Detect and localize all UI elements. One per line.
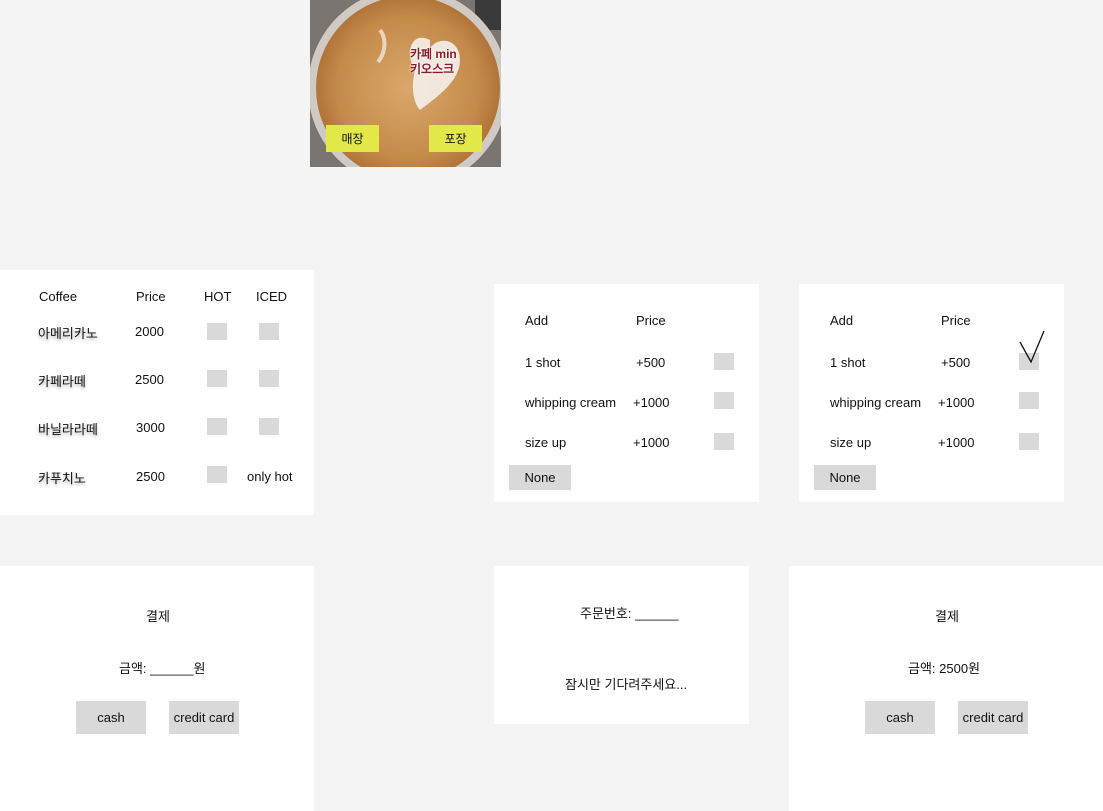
header-hot: HOT xyxy=(204,289,232,304)
header-price: Price xyxy=(941,313,971,328)
iced-checkbox[interactable] xyxy=(259,418,279,435)
payment-amount: 금액: 2500원 xyxy=(908,661,981,676)
payment-panel: 결제 금액: ______원 cash credit card xyxy=(0,566,314,811)
logo-line2: 키오스크 xyxy=(410,62,455,76)
addons-panel: Add Price 1 shot +500 whipping cream +10… xyxy=(494,284,759,502)
header-price: Price xyxy=(636,313,666,328)
addons-panel-selected: Add Price 1 shot +500 whipping cream +10… xyxy=(799,284,1064,502)
menu-item-price: 3000 xyxy=(136,420,165,435)
addon-price: +500 xyxy=(636,355,666,370)
menu-item-name: 카푸치노 xyxy=(38,471,86,486)
iced-checkbox[interactable] xyxy=(259,323,279,340)
hot-checkbox[interactable] xyxy=(207,370,227,387)
only-hot-note: only hot xyxy=(247,469,293,484)
header-add: Add xyxy=(830,313,854,328)
menu-item-name: 카페라떼 xyxy=(38,374,86,389)
addon-name: whipping cream xyxy=(830,395,922,410)
addon-checkbox[interactable] xyxy=(1019,392,1039,409)
hot-checkbox[interactable] xyxy=(207,323,227,340)
payment-title: 결제 xyxy=(935,609,959,624)
none-button[interactable]: None xyxy=(509,465,571,490)
splash-image: 카페 min 키오스크 매장 포장 xyxy=(310,0,501,167)
addon-name: size up xyxy=(525,435,567,450)
payment-panel-filled: 결제 금액: 2500원 cash credit card xyxy=(789,566,1103,811)
menu-item-price: 2500 xyxy=(135,372,164,387)
iced-checkbox[interactable] xyxy=(259,370,279,387)
cash-button[interactable]: cash xyxy=(76,701,146,734)
credit-card-button[interactable]: credit card xyxy=(958,701,1028,734)
addon-name: size up xyxy=(830,435,872,450)
order-number: 주문번호: ______ xyxy=(580,606,679,621)
addon-checkbox[interactable] xyxy=(1019,433,1039,450)
addon-price: +500 xyxy=(941,355,971,370)
takeout-button[interactable]: 포장 xyxy=(429,125,482,152)
menu-item-name: 아메리카노 xyxy=(38,326,98,341)
dine-in-button[interactable]: 매장 xyxy=(326,125,379,152)
addon-price: +1000 xyxy=(633,435,670,450)
header-iced: ICED xyxy=(256,289,288,304)
payment-title: 결제 xyxy=(146,609,170,624)
order-wait-panel: 주문번호: ______ 잠시만 기다려주세요... xyxy=(494,566,749,724)
hot-checkbox[interactable] xyxy=(207,466,227,483)
addon-checkbox[interactable] xyxy=(714,433,734,450)
header-coffee: Coffee xyxy=(39,289,78,304)
addon-name: 1 shot xyxy=(830,355,866,370)
addon-price: +1000 xyxy=(938,395,975,410)
menu-item-name: 바닐라라떼 xyxy=(38,422,98,437)
addon-name: 1 shot xyxy=(525,355,561,370)
credit-card-button[interactable]: credit card xyxy=(169,701,239,734)
payment-amount: 금액: ______원 xyxy=(119,661,206,676)
check-mark-icon xyxy=(1019,330,1045,364)
hot-checkbox[interactable] xyxy=(207,418,227,435)
wait-message: 잠시만 기다려주세요... xyxy=(565,677,688,692)
menu-panel: Coffee Price HOT ICED 아메리카노 2000 카페라떼 25… xyxy=(0,270,314,515)
cash-button[interactable]: cash xyxy=(865,701,935,734)
addon-price: +1000 xyxy=(633,395,670,410)
none-button[interactable]: None xyxy=(814,465,876,490)
addon-name: whipping cream xyxy=(525,395,617,410)
menu-item-price: 2500 xyxy=(136,469,165,484)
header-price: Price xyxy=(136,289,166,304)
header-add: Add xyxy=(525,313,549,328)
addon-checkbox[interactable] xyxy=(714,392,734,409)
addon-price: +1000 xyxy=(938,435,975,450)
menu-item-price: 2000 xyxy=(135,324,164,339)
addon-checkbox[interactable] xyxy=(714,353,734,370)
